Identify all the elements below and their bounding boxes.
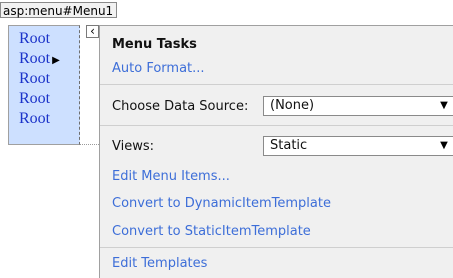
submenu-arrow-icon: ▶ [52,55,60,66]
views-select[interactable]: Static ▼ [263,136,453,156]
menu-item-root-3[interactable]: Root [19,70,50,88]
menu-item-root-1[interactable]: Root [19,30,50,48]
section-separator [100,247,453,248]
convert-dynamic-template-link[interactable]: Convert to DynamicItemTemplate [112,196,331,211]
views-label: Views: [112,139,155,154]
menu-item-root-4[interactable]: Root [19,90,50,108]
panel-title: Menu Tasks [112,37,197,52]
chevron-down-icon[interactable]: ▼ [436,138,452,154]
menu-item-label: Root [19,70,51,87]
data-source-value: (None) [270,98,315,113]
edit-menu-items-link[interactable]: Edit Menu Items... [112,169,230,184]
menu-item-root-2[interactable]: Root ▶ [19,50,60,68]
convert-static-template-link[interactable]: Convert to StaticItemTemplate [112,224,311,239]
control-tag: asp:menu#Menu1 [0,2,118,18]
chevron-down-icon[interactable]: ▼ [436,98,452,114]
data-source-select[interactable]: (None) ▼ [263,96,453,116]
menu-item-root-5[interactable]: Root [19,110,50,128]
smart-tag-panel: Menu Tasks Auto Format... Choose Data So… [99,25,453,278]
auto-format-link[interactable]: Auto Format... [112,61,205,76]
edit-templates-link[interactable]: Edit Templates [112,256,207,271]
menu-item-label: Root [19,90,51,107]
views-value: Static [270,138,308,153]
menu-item-label: Root [19,30,51,47]
section-separator [100,84,453,85]
menu-item-label: Root [19,110,51,127]
collapse-tasks-button[interactable]: ‹ [86,25,99,38]
menu-control[interactable]: Root Root ▶ Root Root Root [8,25,80,145]
menu-divider-line [80,144,99,145]
menu-item-label: Root [19,50,51,67]
section-separator [100,125,453,126]
data-source-label: Choose Data Source: [112,99,249,114]
